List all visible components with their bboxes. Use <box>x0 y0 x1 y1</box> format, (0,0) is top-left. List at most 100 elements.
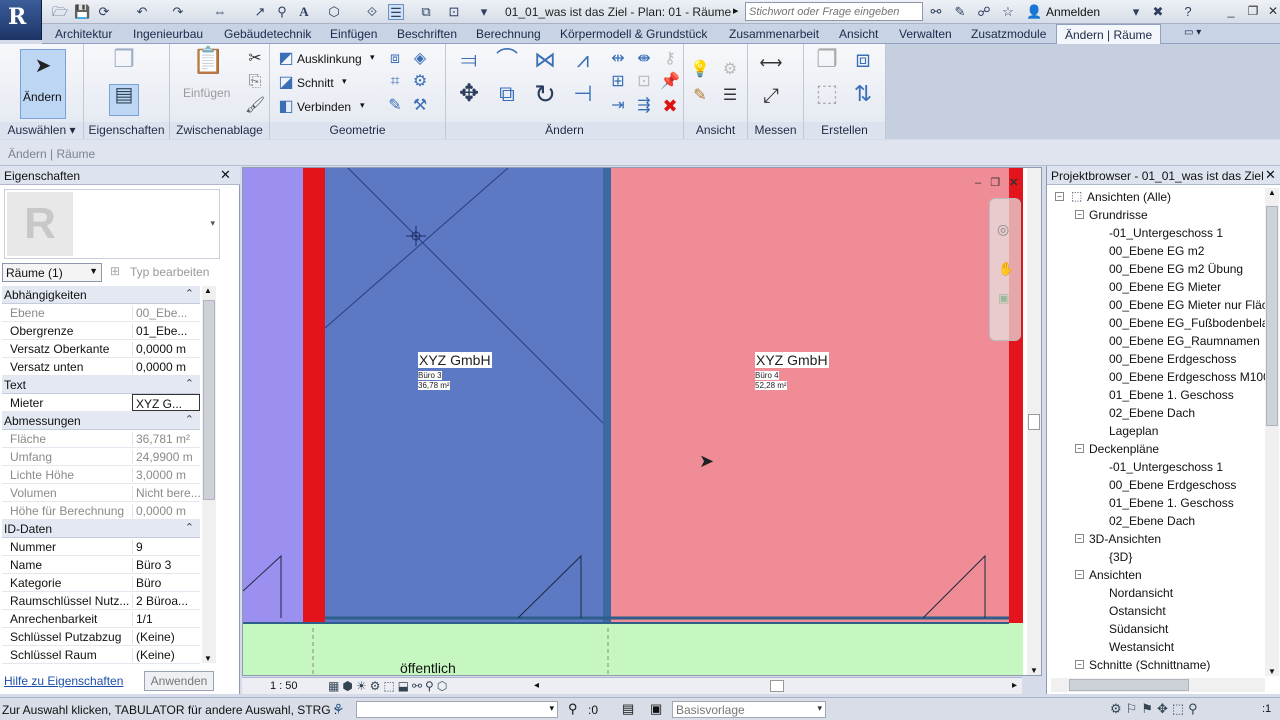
type-selector-preview[interactable]: R ▾ <box>4 189 220 259</box>
rotate-icon[interactable]: ↻ <box>530 81 560 114</box>
property-value[interactable]: XYZ G... <box>132 394 200 411</box>
drawing-canvas[interactable]: XYZ GmbH Büro 3 36,78 m² XYZ GmbH Büro 4… <box>242 167 1042 676</box>
edit-type-button[interactable]: Typ bearbeiten <box>130 265 209 279</box>
property-group[interactable]: Abhängigkeiten ⌃ <box>2 286 200 304</box>
tree-toggle-icon[interactable]: − <box>1075 534 1084 543</box>
type-dropdown-icon[interactable]: ▾ <box>210 218 215 229</box>
property-row[interactable]: Raumschlüssel Nutz... 2 Büroa... <box>2 592 200 610</box>
properties-icon[interactable]: ▤ <box>109 84 139 116</box>
mirror-draw-icon[interactable]: ⩘ <box>568 49 598 78</box>
pan-hand-icon[interactable]: ✋ <box>998 261 1014 277</box>
browser-tree-item[interactable]: − ⬚ Ansichten (Alle) <box>1053 188 1265 206</box>
browser-scroll-thumb[interactable] <box>1266 206 1278 426</box>
browser-tree-item[interactable]: 00_Ebene Erdgeschoss <box>1053 350 1265 368</box>
tag-icon[interactable]: ⚲ <box>274 4 290 20</box>
property-row[interactable]: Ebene 00_Ebe... <box>2 304 200 322</box>
floor-plan[interactable] <box>243 168 1042 676</box>
canvas-vertical-scrollbar[interactable]: ▼ <box>1027 168 1041 675</box>
offset-icon[interactable]: ⌒ <box>492 49 522 78</box>
browser-tree-item[interactable]: − Deckenpläne <box>1053 440 1265 458</box>
canvas-hscroll-thumb[interactable] <box>770 680 784 692</box>
join-dropdown-icon[interactable]: ▾ <box>360 100 365 111</box>
override-icon[interactable]: ⚙ <box>720 60 740 80</box>
collapse-group-icon[interactable]: ⌃ <box>185 521 194 534</box>
corridor-area[interactable] <box>243 623 1023 676</box>
create-group-icon[interactable]: ⧈ <box>848 48 878 80</box>
property-value[interactable]: 1/1 <box>132 612 200 626</box>
browser-tree-item[interactable]: Nordansicht <box>1053 584 1265 602</box>
tab-zusammenarbeit[interactable]: Zusammenarbeit <box>729 27 819 41</box>
browser-tree-item[interactable]: Lageplan <box>1053 422 1265 440</box>
navigation-bar[interactable]: ◎ ✋ ▣ <box>989 198 1021 341</box>
switch-windows-icon[interactable]: ⊡ <box>446 4 462 20</box>
steering-wheel-icon[interactable]: ◎ <box>997 221 1009 238</box>
tree-toggle-icon[interactable]: − <box>1075 210 1084 219</box>
binoculars-icon[interactable]: ⚯ <box>928 4 944 20</box>
property-row[interactable]: Nummer 9 <box>2 538 200 556</box>
zoom-region-icon[interactable]: ▣ <box>998 291 1009 305</box>
paste-button[interactable]: Einfügen <box>183 86 230 100</box>
scroll-up-icon[interactable]: ▲ <box>204 286 212 295</box>
text-icon[interactable]: A <box>296 4 312 20</box>
browser-tree-item[interactable]: 00_Ebene Erdgeschoss <box>1053 476 1265 494</box>
property-row[interactable]: Höhe für Berechnung 0,0000 m <box>2 502 200 520</box>
panel-select-title[interactable]: Auswählen ▾ <box>0 122 83 139</box>
save-icon[interactable]: 💾 <box>74 4 90 20</box>
design-option-select[interactable]: Basisvorlage ▾ <box>672 701 826 718</box>
login-button[interactable]: Anmelden <box>1046 5 1100 19</box>
collapse-group-icon[interactable]: ⌃ <box>185 287 194 300</box>
move-icon[interactable]: ✥ <box>454 82 484 114</box>
property-group[interactable]: Text ⌃ <box>2 376 200 394</box>
property-row[interactable]: Name Büro 3 <box>2 556 200 574</box>
view-minimize-icon[interactable]: ‒ <box>975 177 981 189</box>
section-icon[interactable]: ⟐ <box>364 4 380 20</box>
tab-berechnung[interactable]: Berechnung <box>476 27 541 41</box>
browser-tree-item[interactable]: 02_Ebene Dach <box>1053 404 1265 422</box>
split-gap-icon[interactable]: ⇼ <box>634 49 654 69</box>
array-icon[interactable]: ⊞ <box>608 72 628 92</box>
browser-tree-item[interactable]: 00_Ebene EG Mieter nur Fläche <box>1053 296 1265 314</box>
thin-lines-icon[interactable]: ☰ <box>388 4 404 20</box>
cut-icon[interactable]: ✂ <box>245 49 265 69</box>
browser-tree-item[interactable]: 00_Ebene EG_Raumnamen <box>1053 332 1265 350</box>
tree-toggle-icon[interactable]: − <box>1055 192 1064 201</box>
help-icon[interactable]: ? <box>1180 4 1196 20</box>
wall-joins-icon[interactable]: ⧈ <box>385 49 405 69</box>
paint-icon[interactable]: ✎ <box>385 96 405 116</box>
redo-icon[interactable]: ↷ <box>170 4 186 20</box>
cope-button[interactable]: Ausklinkung <box>297 52 362 66</box>
browser-vertical-scrollbar[interactable]: ▲ ▼ <box>1265 188 1279 676</box>
close-properties-icon[interactable]: ✕ <box>220 167 231 183</box>
create-parts-icon[interactable]: ❐ <box>812 48 842 80</box>
hide-bulb-icon[interactable]: 💡 <box>690 60 710 80</box>
demolish-icon[interactable]: ⚒ <box>410 96 430 116</box>
collapse-group-icon[interactable]: ⌃ <box>185 413 194 426</box>
tab-ingenieurbau[interactable]: Ingenieurbau <box>133 27 203 41</box>
property-value[interactable]: 9 <box>132 540 200 554</box>
scale-icon[interactable]: ⊡ <box>634 72 654 92</box>
split-icon[interactable]: ⇹ <box>608 49 628 69</box>
browser-tree-item[interactable]: 00_Ebene EG m2 <box>1053 242 1265 260</box>
close-browser-icon[interactable]: ✕ <box>1265 167 1276 183</box>
create-similar-icon[interactable]: ⇅ <box>848 83 878 114</box>
browser-tree-item[interactable]: Westansicht <box>1053 638 1265 656</box>
property-row[interactable]: Umfang 24,9900 m <box>2 448 200 466</box>
property-row[interactable]: Schlüssel Raum (Keine) <box>2 646 200 664</box>
copy-icon[interactable]: ⎘ <box>245 72 265 92</box>
property-row[interactable]: Volumen Nicht bere... <box>2 484 200 502</box>
browser-scroll-down-icon[interactable]: ▼ <box>1268 667 1276 676</box>
hscroll-right-icon[interactable]: ▸ <box>1012 680 1017 691</box>
wall-left[interactable] <box>303 168 325 623</box>
tab-verwalten[interactable]: Verwalten <box>899 27 952 41</box>
browser-tree-item[interactable]: 02_Ebene Dach <box>1053 512 1265 530</box>
room-left-edge[interactable] <box>243 168 303 623</box>
view-close-icon[interactable]: ✕ <box>1009 177 1018 189</box>
browser-tree-item[interactable]: − Ansichten <box>1053 566 1265 584</box>
room-tag-tenant-right[interactable]: XYZ GmbH <box>755 352 829 368</box>
cut-geometry-button[interactable]: Schnitt <box>297 76 334 90</box>
browser-tree-item[interactable]: Ostansicht <box>1053 602 1265 620</box>
unpin-icon[interactable]: ⚷ <box>660 49 680 69</box>
minimize-button[interactable]: _ <box>1220 2 1242 20</box>
join-roof-icon[interactable]: ⌗ <box>385 72 405 92</box>
property-row[interactable]: Mieter XYZ G... <box>2 394 200 412</box>
